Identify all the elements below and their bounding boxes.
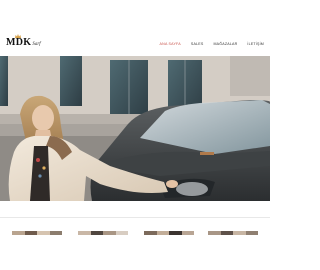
product-thumbnail[interactable] (144, 231, 194, 235)
product-thumbnail[interactable] (78, 231, 128, 235)
crown-icon (15, 34, 21, 38)
nav-item-sales[interactable]: SALES (191, 42, 204, 46)
main-navigation: ANA SAYFA SALES MAĞAZALAR İLETİŞİM (160, 42, 264, 46)
logo-subtitle: Sarf (32, 42, 41, 47)
site-header: MDK Sarf ANA SAYFA SALES MAĞAZALAR İLETİ… (0, 0, 270, 56)
nav-item-contact[interactable]: İLETİŞİM (247, 42, 264, 46)
logo-text: MDK (6, 37, 32, 48)
product-thumbnail[interactable] (208, 231, 258, 235)
product-thumbnail[interactable] (12, 231, 62, 235)
content-strip (0, 201, 270, 270)
hero-image (0, 56, 270, 201)
site-logo[interactable]: MDK Sarf (6, 34, 41, 48)
section-divider (0, 217, 270, 218)
nav-item-stores[interactable]: MAĞAZALAR (213, 42, 237, 46)
hero-banner[interactable] (0, 56, 270, 201)
nav-item-home[interactable]: ANA SAYFA (160, 42, 181, 46)
